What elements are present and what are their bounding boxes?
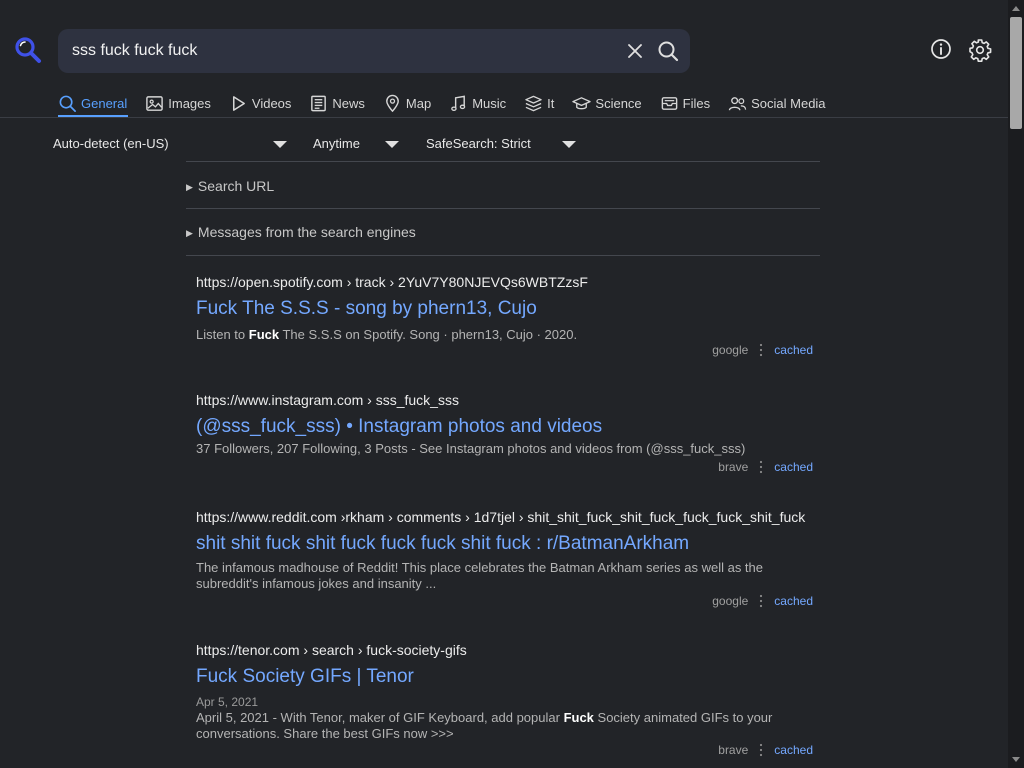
result-engine: google — [712, 594, 749, 608]
search-url-toggle[interactable]: ▶ Search URL — [186, 178, 274, 194]
result-url[interactable]: https://www.instagram.com › sss_fuck_sss — [196, 391, 814, 409]
snippet-highlight: Fuck — [563, 710, 594, 725]
tab-news[interactable]: News — [309, 90, 365, 116]
time-range-value: Anytime — [313, 136, 360, 151]
result-meta: brave cached — [718, 743, 813, 757]
snippet-text: The S.S.S on Spotify. Song · phern13, Cu… — [279, 327, 578, 342]
engine-messages-toggle[interactable]: ▶ Messages from the search engines — [186, 224, 416, 240]
result-url[interactable]: https://tenor.com › search › fuck-societ… — [196, 641, 814, 659]
music-note-icon — [451, 95, 466, 111]
search-input[interactable] — [72, 39, 612, 63]
triangle-right-icon: ▶ — [186, 182, 193, 192]
chevron-down-icon — [385, 141, 399, 148]
chevron-down-icon — [562, 141, 576, 148]
result-date: Apr 5, 2021 — [196, 695, 259, 709]
result-meta: google cached — [712, 343, 813, 357]
tab-label: It — [547, 95, 555, 111]
result-engine: google — [712, 343, 749, 357]
map-pin-icon — [386, 94, 399, 112]
search-box — [58, 29, 690, 73]
tab-videos[interactable]: Videos — [229, 90, 292, 116]
result-snippet: The infamous madhouse of Reddit! This pl… — [196, 560, 763, 591]
language-select-value: Auto-detect (en-US) — [53, 136, 169, 151]
tab-label: Videos — [251, 95, 292, 111]
tab-label: Music — [472, 95, 507, 111]
result-url[interactable]: https://www.reddit.com ›rkham › comments… — [196, 508, 814, 526]
tab-files[interactable]: Files — [660, 90, 710, 116]
result-title[interactable]: (@sss_fuck_sss) • Instagram photos and v… — [196, 415, 816, 439]
cached-link[interactable]: cached — [774, 594, 813, 608]
users-icon — [728, 96, 747, 110]
search-url-label: Search URL — [197, 178, 275, 194]
divider — [186, 161, 820, 162]
result-meta: google cached — [712, 594, 813, 608]
vertical-dots-icon — [760, 460, 763, 474]
tab-label: General — [81, 95, 128, 111]
vertical-dots-icon — [760, 594, 763, 608]
category-tabs: General Images Videos News Map Music It … — [58, 90, 844, 116]
newspaper-icon — [311, 95, 327, 111]
search-result: https://open.spotify.com › track › 2YuV7… — [196, 273, 816, 361]
safesearch-value: SafeSearch: Strict — [426, 136, 531, 151]
cached-link[interactable]: cached — [774, 343, 813, 357]
engine-messages-label: Messages from the search engines — [197, 224, 416, 240]
language-select[interactable]: Auto-detect (en-US) — [53, 133, 289, 155]
vertical-dots-icon — [760, 743, 763, 757]
scrollbar-thumb[interactable] — [1010, 17, 1022, 129]
tab-science[interactable]: Science — [572, 90, 642, 116]
vertical-dots-icon — [760, 343, 763, 357]
result-title[interactable]: shit shit fuck shit fuck fuck fuck shit … — [196, 532, 816, 556]
search-icon — [59, 95, 76, 112]
snippet-text: Listen to — [196, 327, 249, 342]
scroll-down-arrow-icon[interactable] — [1012, 757, 1020, 762]
info-icon[interactable] — [930, 38, 952, 60]
tab-label: Files — [682, 95, 711, 111]
cached-link[interactable]: cached — [774, 743, 813, 757]
stack-icon — [525, 95, 542, 111]
tab-label: Social Media — [751, 95, 826, 111]
inbox-icon — [661, 96, 677, 110]
result-title[interactable]: Fuck The S.S.S - song by phern13, Cujo — [196, 297, 816, 321]
tab-label: Images — [168, 95, 211, 111]
graduation-cap-icon — [572, 96, 592, 109]
clear-icon[interactable] — [624, 40, 646, 62]
snippet-highlight: Fuck — [248, 327, 280, 342]
result-url[interactable]: https://open.spotify.com › track › 2YuV7… — [196, 273, 814, 291]
search-icon[interactable] — [656, 39, 680, 63]
search-result: https://www.instagram.com › sss_fuck_sss… — [196, 391, 816, 479]
safesearch-select[interactable]: SafeSearch: Strict — [426, 133, 578, 155]
result-snippet: 37 Followers, 207 Following, 3 Posts - S… — [196, 441, 746, 456]
image-icon — [146, 95, 164, 111]
snippet-text: April 5, 2021 - With Tenor, maker of GIF… — [196, 710, 564, 725]
result-snippet: Listen to Fuck The S.S.S on Spotify. Son… — [196, 327, 816, 343]
result-engine: brave — [718, 743, 749, 757]
result-title[interactable]: Fuck Society GIFs | Tenor — [196, 665, 816, 689]
time-range-select[interactable]: Anytime — [313, 133, 401, 155]
search-result: https://tenor.com › search › fuck-societ… — [196, 641, 816, 763]
searxng-logo-icon[interactable] — [14, 36, 42, 64]
result-meta: brave cached — [718, 460, 813, 474]
tab-images[interactable]: Images — [145, 90, 211, 116]
divider — [186, 208, 820, 209]
tab-label: Map — [405, 95, 432, 111]
tab-label: News — [332, 95, 365, 111]
tab-map[interactable]: Map — [383, 90, 431, 116]
tab-social-media[interactable]: Social Media — [728, 90, 826, 116]
header-divider — [0, 117, 1008, 118]
result-snippet: April 5, 2021 - With Tenor, maker of GIF… — [196, 710, 796, 742]
tab-label: Science — [595, 95, 642, 111]
search-result: https://www.reddit.com ›rkham › comments… — [196, 508, 816, 618]
gear-icon[interactable] — [968, 38, 992, 62]
cached-link[interactable]: cached — [774, 460, 813, 474]
triangle-right-icon: ▶ — [186, 228, 193, 238]
tab-music[interactable]: Music — [449, 90, 506, 116]
chevron-down-icon — [273, 141, 287, 148]
result-engine: brave — [718, 460, 749, 474]
divider — [186, 255, 820, 256]
scroll-up-arrow-icon[interactable] — [1012, 6, 1020, 11]
tab-it[interactable]: It — [524, 90, 554, 116]
scrollbar[interactable] — [1008, 0, 1024, 768]
tab-general[interactable]: General — [58, 90, 127, 116]
play-icon — [232, 95, 245, 111]
